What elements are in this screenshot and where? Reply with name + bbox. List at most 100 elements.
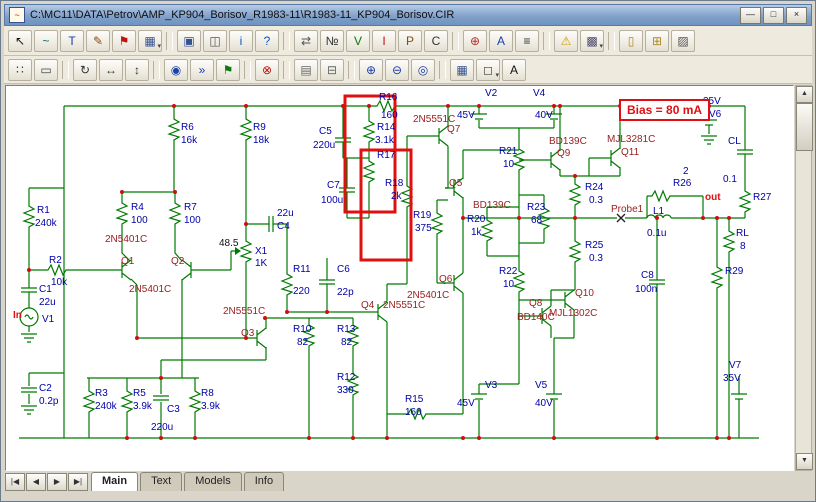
- info-mode-icon: i: [239, 33, 243, 48]
- scroll-up-icon[interactable]: ▲: [796, 86, 813, 103]
- toolbar-separator: [348, 60, 355, 79]
- pin-connections-icon: ⊕: [469, 33, 481, 48]
- minimize-button[interactable]: —: [740, 6, 761, 24]
- pattern-toggle-button[interactable]: ∷: [8, 58, 32, 81]
- exchange-mode-button[interactable]: ⇄: [294, 29, 318, 52]
- component-label: R29: [725, 266, 744, 277]
- copy-image-icon: ▦: [456, 62, 468, 77]
- flip-vertical-button[interactable]: ↕: [125, 58, 149, 81]
- copy-image-button[interactable]: ▦: [450, 58, 474, 81]
- component-label: R2: [49, 255, 62, 266]
- component-label: 220u: [313, 140, 336, 151]
- toolbar-separator: [62, 60, 69, 79]
- tab-text[interactable]: Text: [140, 472, 183, 491]
- dropdown-arrow-icon: ▾: [495, 71, 499, 79]
- component-label: 2: [683, 166, 689, 177]
- page-manager-icon: ⊞: [651, 33, 663, 48]
- restore-button[interactable]: □: [763, 6, 784, 24]
- drc-warning-button[interactable]: ⚠: [554, 29, 578, 52]
- find-next-icon: »: [198, 62, 206, 77]
- vertical-scrollbar[interactable]: ▲ ▼: [795, 85, 813, 471]
- graphics-mode-icon: ✎: [92, 33, 104, 48]
- copy-page-button[interactable]: ▤: [294, 58, 318, 81]
- zoom-in-button[interactable]: ⊕: [359, 58, 383, 81]
- title-bar[interactable]: ~ C:\MC11\DATA\Petrov\AMP_KP904_Borisov_…: [4, 4, 812, 26]
- component-label: 220u: [151, 422, 174, 433]
- component-label: V3: [485, 380, 498, 391]
- component-label: R27: [753, 192, 772, 203]
- tab-scroll-last-button[interactable]: ▶|: [68, 473, 88, 491]
- zoom-out-button[interactable]: ⊖: [385, 58, 409, 81]
- wire-mode-button[interactable]: ~: [34, 29, 58, 52]
- text-attr-button[interactable]: A: [502, 58, 526, 81]
- rotate-button[interactable]: ↻: [73, 58, 97, 81]
- main-toolbar: ↖ ~ T ✎ ⚑ ▦ ▾ ▣ ◫ i? ⇄ № V I P C ⊕ A ≡ ⚠ ▩ ▾ ▯ ⊞ ▨: [4, 26, 812, 56]
- zoom-area-button[interactable]: ◎: [411, 58, 435, 81]
- graphics-mode-button[interactable]: ✎: [86, 29, 110, 52]
- node-currents-button[interactable]: I: [372, 29, 396, 52]
- tab-main[interactable]: Main: [91, 472, 139, 491]
- new-page-button[interactable]: ▯: [619, 29, 643, 52]
- component-label: MJL3281C: [607, 134, 656, 145]
- component-label: 100n: [635, 284, 658, 295]
- scroll-down-icon[interactable]: ▼: [796, 453, 813, 470]
- select-box-button[interactable]: ▭: [34, 58, 58, 81]
- text-mode-button[interactable]: T: [60, 29, 84, 52]
- find-icon: ◉: [170, 62, 182, 77]
- mode-select-button[interactable]: ◻ ▾: [476, 58, 500, 81]
- tab-info[interactable]: Info: [243, 472, 285, 491]
- component-label: Probe1: [611, 204, 644, 215]
- select-mode-button[interactable]: ↖: [8, 29, 32, 52]
- component-label: C2: [39, 383, 52, 394]
- tab-models[interactable]: Models: [184, 472, 242, 491]
- tab-scroll-first-button[interactable]: |◀: [5, 473, 25, 491]
- flag-mode-icon: ⚑: [118, 33, 130, 48]
- find-next-button[interactable]: »: [190, 58, 214, 81]
- flag-mode-button[interactable]: ⚑: [112, 29, 136, 52]
- properties-button[interactable]: ▨: [671, 29, 695, 52]
- component-label: V1: [42, 314, 55, 325]
- component-label: 100u: [321, 195, 344, 206]
- window-title: C:\MC11\DATA\Petrov\AMP_KP904_Borisov_R1…: [30, 9, 455, 21]
- component-label: 0.1: [723, 174, 737, 185]
- pin-conditions-button[interactable]: C: [424, 29, 448, 52]
- split-view-button[interactable]: ◫: [203, 29, 227, 52]
- app-icon: ~: [9, 7, 25, 23]
- component-label: R11: [293, 264, 311, 275]
- flip-horizontal-button[interactable]: ↔: [99, 58, 123, 81]
- info-mode-button[interactable]: i: [229, 29, 253, 52]
- exchange-mode-icon: ⇄: [300, 33, 312, 48]
- close-button[interactable]: ×: [786, 6, 807, 24]
- pin-connections-button[interactable]: ⊕: [463, 29, 487, 52]
- copy-page-icon: ▤: [300, 62, 312, 77]
- stack-pages-button[interactable]: ⊟: [320, 58, 344, 81]
- goto-flag-button[interactable]: ⚑: [216, 58, 240, 81]
- clear-search-button[interactable]: ⊗: [255, 58, 279, 81]
- find-button[interactable]: ◉: [164, 58, 188, 81]
- picture-mode-button[interactable]: ▦ ▾: [138, 29, 162, 52]
- component-label: R1: [37, 205, 50, 216]
- component-label: Q10: [575, 288, 594, 299]
- node-voltages-button[interactable]: V: [346, 29, 370, 52]
- component-label: 0.2p: [39, 396, 59, 407]
- power-display-button[interactable]: P: [398, 29, 422, 52]
- tab-scroll-prev-button[interactable]: ◀: [26, 473, 46, 491]
- attribute-text-button[interactable]: A: [489, 29, 513, 52]
- component-label: 0.3: [589, 195, 603, 206]
- grid-text-button[interactable]: ≡: [515, 29, 539, 52]
- node-numbers-button[interactable]: №: [320, 29, 344, 52]
- component-label: Q6: [439, 274, 453, 285]
- scrollbar-thumb[interactable]: [796, 103, 813, 151]
- component-label: Q7: [447, 124, 461, 135]
- select-box-icon: ▭: [40, 62, 52, 77]
- tab-scroll-next-button[interactable]: ▶: [47, 473, 67, 491]
- animate-mode-button[interactable]: ▣: [177, 29, 201, 52]
- component-label: BD139C: [549, 136, 587, 147]
- help-mode-button[interactable]: ?: [255, 29, 279, 52]
- probe-marker[interactable]: [616, 213, 626, 223]
- schematic-canvas[interactable]: R1 240k R2 10k C1 22u In V1 C2 0.2p R3 240k R5 3.9k C3…: [5, 85, 794, 471]
- component-label: 240k: [95, 401, 117, 412]
- grid-toggle-button[interactable]: ▩ ▾: [580, 29, 604, 52]
- component-label: Q8: [529, 298, 543, 309]
- page-manager-button[interactable]: ⊞: [645, 29, 669, 52]
